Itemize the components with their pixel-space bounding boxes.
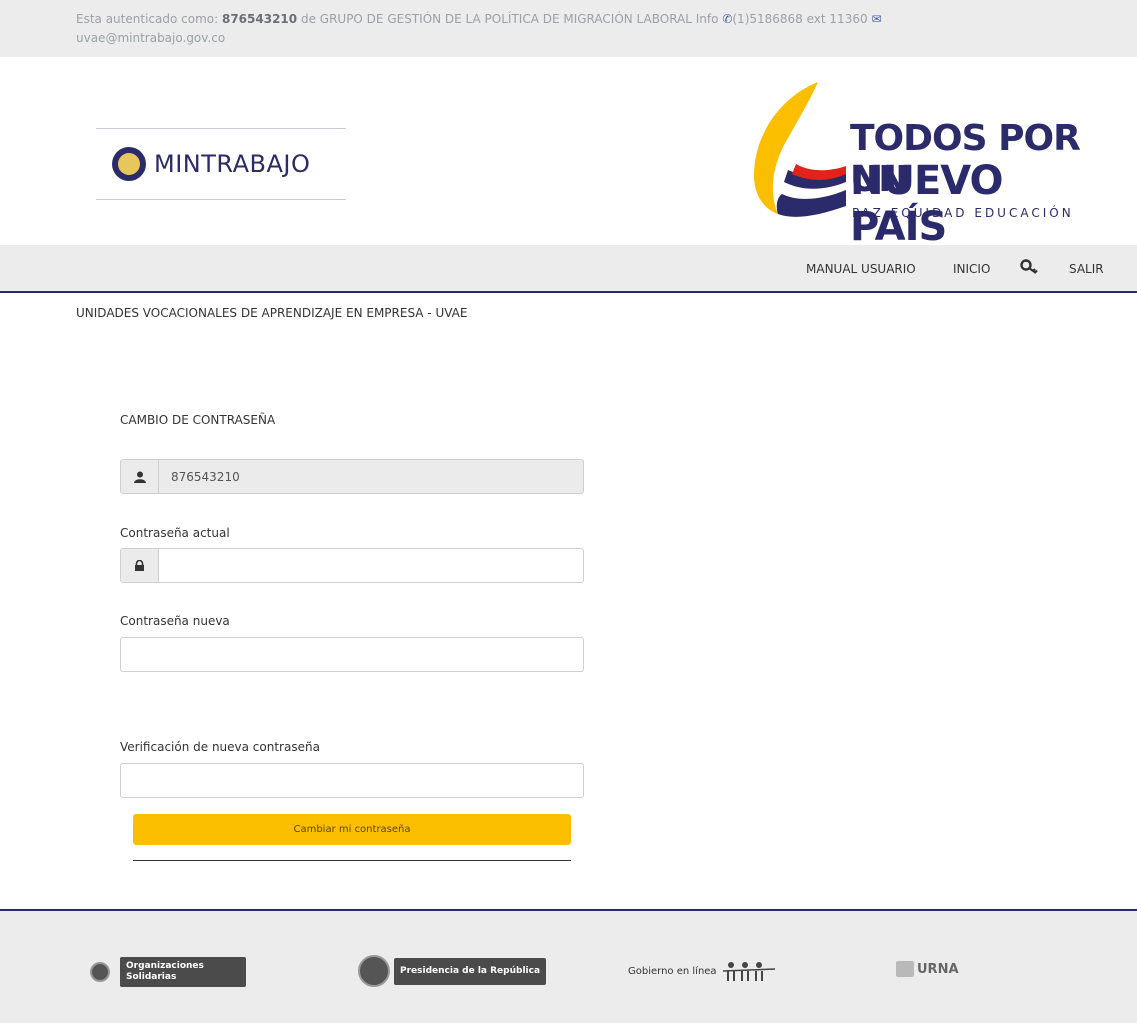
presidencia-text: Presidencia de la República <box>394 957 547 985</box>
footer: Organizaciones Solidarias Presidencia de… <box>0 909 1137 1023</box>
nav-salir[interactable]: SALIR <box>1069 262 1104 276</box>
main-nav: MANUAL USUARIO INICIO SALIR <box>0 245 1137 293</box>
mintrabajo-logo: MINTRABAJO <box>96 128 346 200</box>
new-password-field[interactable] <box>120 637 584 672</box>
current-password-field[interactable] <box>120 548 584 583</box>
verify-password-input[interactable] <box>121 764 583 797</box>
contact-email[interactable]: uvae@mintrabajo.gov.co <box>76 31 225 45</box>
mintrabajo-logo-text: MINTRABAJO <box>154 150 311 178</box>
tpnp-line2: NUEVO PAÍS <box>850 158 1004 250</box>
username-input <box>159 460 583 493</box>
nav-manual-usuario[interactable]: MANUAL USUARIO <box>806 262 916 276</box>
todos-por-un-nuevo-pais-logo: TODOS POR UN NUEVO PAÍS PAZ EQUIDAD EDUC… <box>748 78 1088 250</box>
nav-inicio[interactable]: INICIO <box>953 262 990 276</box>
flag-ribbon-icon <box>753 82 846 217</box>
colombia-seal-icon <box>358 955 390 987</box>
new-password-input[interactable] <box>121 638 583 671</box>
change-password-button[interactable]: Cambiar mi contraseña <box>133 814 571 845</box>
tpnp-tagline: PAZ EQUIDAD EDUCACIÓN <box>852 206 1074 220</box>
colombia-seal-icon <box>90 962 110 982</box>
auth-prefix: Esta autenticado como: <box>76 12 219 26</box>
page-title: UNIDADES VOCACIONALES DE APRENDIZAJE EN … <box>76 306 468 320</box>
people-icon <box>722 962 775 981</box>
envelope-icon: ✉ <box>871 12 882 26</box>
urna-text: URNA <box>917 961 959 977</box>
info-label: Info <box>695 12 719 26</box>
org-solidarias-logo[interactable]: Organizaciones Solidarias <box>90 957 246 987</box>
presidencia-logo[interactable]: Presidencia de la República <box>358 955 547 987</box>
colombia-seal-icon <box>112 147 146 181</box>
divider <box>133 860 571 861</box>
user-icon <box>121 460 159 493</box>
new-password-label: Contraseña nueva <box>120 614 230 628</box>
form-title: CAMBIO DE CONTRASEÑA <box>120 413 276 427</box>
urna-de-cristal-logo[interactable]: URNA <box>896 961 959 977</box>
phone-number: (1)5186868 ext 11360 <box>732 12 868 26</box>
current-password-label: Contraseña actual <box>120 526 230 540</box>
username-field <box>120 459 584 494</box>
key-icon[interactable] <box>1020 258 1040 276</box>
gobierno-text: Gobierno en línea <box>628 965 717 977</box>
gobierno-en-linea-logo[interactable]: Gobierno en línea <box>628 961 779 981</box>
org-solidarias-text: Organizaciones Solidarias <box>120 957 246 987</box>
verify-password-field[interactable] <box>120 763 584 798</box>
auth-org: de GRUPO DE GESTIÓN DE LA POLÍTICA DE MI… <box>300 12 692 26</box>
urna-icon <box>896 961 914 977</box>
verify-password-label: Verificación de nueva contraseña <box>120 740 320 754</box>
current-password-input[interactable] <box>159 549 583 582</box>
lock-icon <box>121 549 159 582</box>
auth-bar: Esta autenticado como: 876543210 de GRUP… <box>0 0 1137 57</box>
phone-icon: ✆ <box>722 12 733 26</box>
auth-info: Esta autenticado como: 876543210 de GRUP… <box>76 10 976 48</box>
auth-user-id: 876543210 <box>221 12 298 26</box>
